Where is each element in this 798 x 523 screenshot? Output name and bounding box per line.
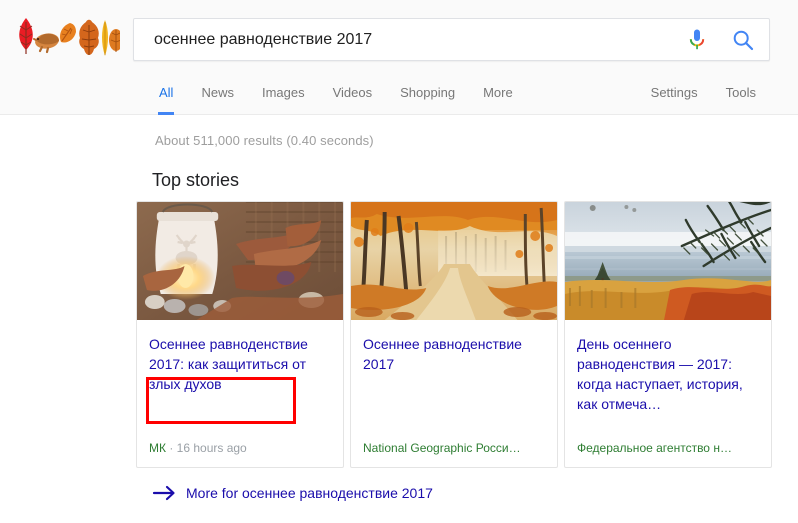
search-results-page: All News Images Videos Shopping More Set… [0, 0, 798, 523]
card-meta: МК · 16 hours ago [137, 441, 343, 467]
more-for-query-link[interactable]: More for осеннее равноденствие 2017 [152, 484, 433, 502]
card-body: Осеннее равноденствие 2017: как защитить… [137, 320, 343, 441]
top-story-card[interactable]: День осеннего равноденствия — 2017: когд… [564, 201, 772, 468]
card-source: Федеральное агентство н… [577, 441, 732, 455]
card-separator: · [166, 441, 177, 455]
tab-images[interactable]: Images [248, 78, 319, 115]
tab-all[interactable]: All [145, 78, 187, 115]
card-title[interactable]: Осеннее равноденствие 2017 [363, 334, 545, 374]
tab-more[interactable]: More [469, 78, 527, 115]
card-thumbnail-lakeshore [565, 202, 771, 320]
microphone-icon[interactable] [677, 19, 717, 60]
tab-videos[interactable]: Videos [319, 78, 387, 115]
more-for-query-label: More for осеннее равноденствие 2017 [186, 485, 433, 501]
search-icon[interactable] [717, 19, 769, 60]
card-thumbnail-candle-lantern [137, 202, 343, 320]
card-thumbnail-forest-path [351, 202, 557, 320]
nav-tabs-left: All News Images Videos Shopping More [145, 78, 527, 115]
search-box[interactable] [133, 18, 770, 61]
top-stories-carousel: Осеннее равноденствие 2017: как защитить… [136, 201, 772, 468]
top-stories-heading: Top stories [152, 170, 240, 190]
card-source: National Geographic Росси… [363, 441, 521, 455]
tab-news[interactable]: News [187, 78, 248, 115]
card-source: МК [149, 441, 166, 455]
card-title[interactable]: Осеннее равноденствие 2017: как защитить… [149, 334, 331, 394]
card-meta: National Geographic Росси… [351, 441, 557, 467]
google-doodle-logo[interactable] [14, 14, 120, 66]
search-nav: All News Images Videos Shopping More Set… [0, 78, 798, 115]
card-title[interactable]: День осеннего равноденствия — 2017: когд… [577, 334, 759, 414]
tools-button[interactable]: Tools [712, 78, 770, 115]
page-header: All News Images Videos Shopping More Set… [0, 0, 798, 115]
results-count: About 511,000 results (0.40 seconds) [155, 133, 374, 148]
card-body: День осеннего равноденствия — 2017: когд… [565, 320, 771, 441]
card-timestamp: 16 hours ago [176, 441, 247, 455]
search-input[interactable] [134, 19, 677, 60]
tab-shopping[interactable]: Shopping [386, 78, 469, 115]
card-body: Осеннее равноденствие 2017 [351, 320, 557, 441]
top-story-card[interactable]: Осеннее равноденствие 2017 National Geog… [350, 201, 558, 468]
card-meta: Федеральное агентство н… [565, 441, 771, 467]
arrow-right-icon [152, 484, 178, 502]
top-story-card[interactable]: Осеннее равноденствие 2017: как защитить… [136, 201, 344, 468]
settings-button[interactable]: Settings [637, 78, 712, 115]
nav-tabs-right: Settings Tools [637, 78, 770, 115]
